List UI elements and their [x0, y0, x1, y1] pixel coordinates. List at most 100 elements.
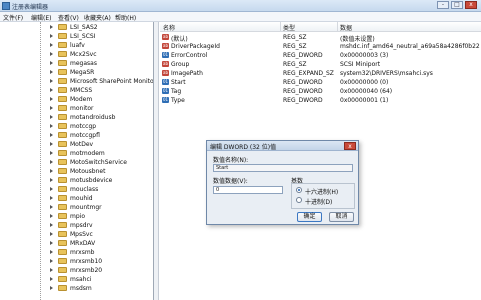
tree-node[interactable]: Motousbnet	[42, 167, 150, 176]
tree-node[interactable]: monitor	[42, 104, 150, 113]
expand-arrow-icon[interactable]	[50, 52, 53, 56]
tree-node[interactable]: motccgp	[42, 122, 150, 131]
expand-arrow-icon[interactable]	[50, 232, 53, 236]
expand-arrow-icon[interactable]	[50, 169, 53, 173]
table-row[interactable]: 01 ErrorControl REG_DWORD 0x00000003 (3)	[160, 51, 481, 60]
tree-node[interactable]: mrxsmb	[42, 248, 150, 257]
tree-node[interactable]: megasas	[42, 59, 150, 68]
tree-node[interactable]: motusbdevice	[42, 176, 150, 185]
value-name-cell: Start	[171, 79, 186, 86]
menu-view[interactable]: 查看(V)	[58, 13, 79, 22]
table-row[interactable]: ab (默认) REG_SZ (数值未设置)	[160, 33, 481, 43]
menu-edit[interactable]: 编辑(E)	[31, 13, 51, 22]
tree-node[interactable]: motccgpfl	[42, 131, 150, 140]
table-row[interactable]: 01 Type REG_DWORD 0x00000001 (1)	[160, 96, 481, 105]
tree-node[interactable]: MegaSR	[42, 68, 150, 77]
expand-arrow-icon[interactable]	[50, 106, 53, 110]
dialog-close-button[interactable]: x	[344, 142, 356, 150]
expand-arrow-icon[interactable]	[50, 133, 53, 137]
expand-arrow-icon[interactable]	[50, 61, 53, 65]
expand-arrow-icon[interactable]	[50, 34, 53, 38]
tree-node[interactable]: MRxDAV	[42, 239, 150, 248]
folder-icon	[58, 87, 67, 93]
expand-arrow-icon[interactable]	[50, 124, 53, 128]
expand-arrow-icon[interactable]	[50, 250, 53, 254]
tree-node[interactable]: luafv	[42, 41, 150, 50]
maximize-button[interactable]: □	[451, 1, 463, 9]
expand-arrow-icon[interactable]	[50, 277, 53, 281]
tree-node-label: mouhid	[70, 195, 93, 202]
tree-node[interactable]: mrxsmb10	[42, 257, 150, 266]
tree-node[interactable]: LSI_SCSI	[42, 32, 150, 41]
table-row[interactable]: 01 Tag REG_DWORD 0x00000040 (64)	[160, 87, 481, 96]
tree-node[interactable]: Microsoft SharePoint Monitor	[42, 77, 153, 86]
pane-splitter[interactable]	[154, 22, 159, 300]
tree-node[interactable]: MpsSvc	[42, 230, 150, 239]
dec-radio[interactable]	[296, 197, 302, 203]
folder-icon	[58, 150, 67, 156]
value-data-input[interactable]: 0	[213, 186, 283, 194]
expand-arrow-icon[interactable]	[50, 178, 53, 182]
folder-icon	[58, 78, 67, 84]
tree-node[interactable]: mountmgr	[42, 203, 150, 212]
value-name-field[interactable]: Start	[213, 164, 353, 172]
table-row[interactable]: ab DriverPackageId REG_SZ mshdc.inf_amd64_n…	[160, 42, 481, 51]
column-divider[interactable]	[280, 22, 281, 32]
tree-node[interactable]: mrxsmb20	[42, 266, 150, 275]
expand-arrow-icon[interactable]	[50, 205, 53, 209]
menu-favorites[interactable]: 收藏夹(A)	[84, 13, 111, 22]
table-row[interactable]: ab ImagePath REG_EXPAND_SZ system32\DRIVERS…	[160, 69, 481, 78]
expand-arrow-icon[interactable]	[50, 286, 53, 290]
tree-node[interactable]: motandroidusb	[42, 113, 150, 122]
hex-radio[interactable]	[296, 187, 302, 193]
tree-node[interactable]: Modem	[42, 95, 150, 104]
value-type-cell: REG_SZ	[283, 43, 307, 50]
folder-icon	[58, 276, 67, 282]
menu-file[interactable]: 文件(F)	[3, 13, 23, 22]
table-row[interactable]: ab Group REG_SZ SCSI Miniport	[160, 60, 481, 69]
expand-arrow-icon[interactable]	[50, 214, 53, 218]
expand-arrow-icon[interactable]	[50, 259, 53, 263]
tree-node[interactable]: mouhid	[42, 194, 150, 203]
expand-arrow-icon[interactable]	[50, 43, 53, 47]
ok-button[interactable]: 确定	[297, 212, 322, 222]
minimize-button[interactable]: -	[437, 1, 449, 9]
tree-node[interactable]: LSI_SAS2	[42, 23, 150, 32]
tree-node[interactable]: mpsdrv	[42, 221, 150, 230]
expand-arrow-icon[interactable]	[50, 79, 53, 83]
expand-arrow-icon[interactable]	[50, 160, 53, 164]
expand-arrow-icon[interactable]	[50, 25, 53, 29]
expand-arrow-icon[interactable]	[50, 142, 53, 146]
expand-arrow-icon[interactable]	[50, 70, 53, 74]
registry-key-tree[interactable]: LSI_SAS2 LSI_SCSI luafv Mcx2Svc megasas MegaS…	[0, 22, 154, 300]
dec-radio-label[interactable]: 十进制(D)	[305, 197, 332, 206]
tree-node[interactable]: msahci	[42, 275, 150, 284]
expand-arrow-icon[interactable]	[50, 196, 53, 200]
tree-node[interactable]: MotoSwitchService	[42, 158, 150, 167]
tree-node[interactable]: MMCSS	[42, 86, 150, 95]
expand-arrow-icon[interactable]	[50, 241, 53, 245]
tree-node[interactable]: Mcx2Svc	[42, 50, 150, 59]
expand-arrow-icon[interactable]	[50, 223, 53, 227]
cancel-button[interactable]: 取消	[329, 212, 354, 222]
table-row[interactable]: 01 Start REG_DWORD 0x00000000 (0)	[160, 78, 481, 87]
column-header-data[interactable]: 数据	[340, 23, 352, 32]
tree-node[interactable]: mouclass	[42, 185, 150, 194]
expand-arrow-icon[interactable]	[50, 151, 53, 155]
tree-node[interactable]: mpio	[42, 212, 150, 221]
expand-arrow-icon[interactable]	[50, 88, 53, 92]
tree-node[interactable]: motmodem	[42, 149, 150, 158]
column-header-name[interactable]: 名称	[163, 23, 175, 32]
expand-arrow-icon[interactable]	[50, 187, 53, 191]
column-divider[interactable]	[337, 22, 338, 32]
hex-radio-label[interactable]: 十六进制(H)	[305, 187, 338, 196]
tree-node[interactable]: MotDev	[42, 140, 150, 149]
column-header-type[interactable]: 类型	[283, 23, 295, 32]
menu-help[interactable]: 帮助(H)	[115, 13, 136, 22]
close-button[interactable]: x	[465, 1, 477, 9]
value-type-cell: REG_DWORD	[283, 97, 323, 104]
expand-arrow-icon[interactable]	[50, 115, 53, 119]
tree-node[interactable]: msdsm	[42, 284, 150, 293]
expand-arrow-icon[interactable]	[50, 268, 53, 272]
expand-arrow-icon[interactable]	[50, 97, 53, 101]
